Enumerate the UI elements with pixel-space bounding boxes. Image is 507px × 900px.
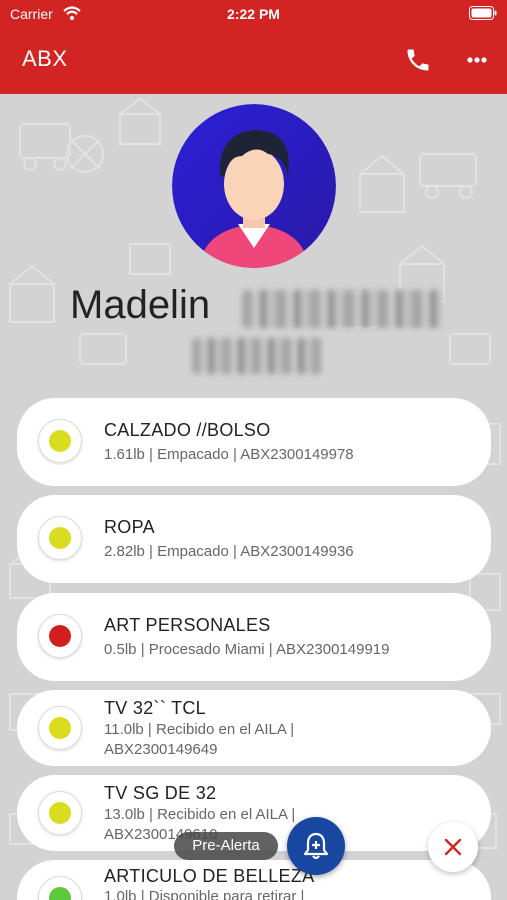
package-title: ROPA — [104, 517, 155, 537]
package-details: 2.82lb | Empacado | ABX2300149936 — [104, 543, 354, 560]
package-title: ARTICULO DE BELLEZA — [104, 866, 315, 886]
app-title: ABX — [22, 46, 68, 71]
user-avatar[interactable] — [172, 104, 336, 268]
package-details: 1.61lb | Empacado | ABX2300149978 — [104, 446, 354, 463]
redacted-surname-line2 — [192, 338, 322, 374]
package-card[interactable]: TV 32`` TCL 11.0lb | Recibido en el AILA… — [17, 690, 491, 766]
status-indicator — [38, 791, 82, 835]
package-details: 11.0lb | Recibido en el AILA | — [104, 721, 295, 738]
package-card[interactable]: CALZADO //BOLSO 1.61lb | Empacado | ABX2… — [17, 398, 491, 486]
app-header: Carrier 2:22 PM ABX — [0, 0, 507, 94]
more-icon[interactable] — [462, 50, 492, 70]
package-title: CALZADO //BOLSO — [104, 420, 271, 440]
status-indicator — [38, 876, 82, 900]
close-icon — [444, 838, 462, 856]
status-dot — [49, 802, 71, 824]
status-bar: Carrier 2:22 PM — [0, 0, 507, 28]
status-time: 2:22 PM — [227, 6, 280, 22]
status-dot — [49, 430, 71, 452]
package-details: 0.5lb | Procesado Miami | ABX2300149919 — [104, 641, 390, 658]
package-title: ART PERSONALES — [104, 615, 271, 635]
package-title: TV 32`` TCL — [104, 698, 206, 718]
bell-add-icon — [303, 832, 329, 860]
package-details: 1.0lb | Disponible para retirar | — [104, 888, 305, 900]
redacted-surname — [242, 290, 442, 328]
status-dot — [49, 527, 71, 549]
battery-icon — [469, 6, 497, 20]
pre-alert-label[interactable]: Pre-Alerta — [174, 832, 278, 860]
status-dot — [49, 625, 71, 647]
profile-name: Madelin — [70, 283, 211, 327]
package-tracking: ABX2300149649 — [104, 741, 218, 758]
package-title: TV SG DE 32 — [104, 783, 217, 803]
package-card[interactable]: ARTICULO DE BELLEZA 1.0lb | Disponible p… — [17, 860, 491, 900]
status-dot — [49, 717, 71, 739]
status-indicator — [38, 419, 82, 463]
package-details: 13.0lb | Recibido en el AILA | — [104, 806, 296, 823]
package-card[interactable]: ART PERSONALES 0.5lb | Procesado Miami |… — [17, 593, 491, 681]
status-indicator — [38, 516, 82, 560]
status-indicator — [38, 706, 82, 750]
pre-alert-button[interactable] — [287, 817, 345, 875]
phone-icon[interactable] — [404, 46, 432, 74]
status-dot — [49, 887, 71, 900]
status-indicator — [38, 614, 82, 658]
close-button[interactable] — [428, 822, 478, 872]
package-card[interactable]: ROPA 2.82lb | Empacado | ABX2300149936 — [17, 495, 491, 583]
